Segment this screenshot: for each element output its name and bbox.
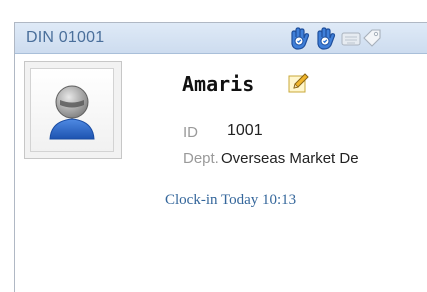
pencil-icon[interactable]: [287, 71, 311, 100]
page: { "header": { "din": "DIN 01001", "icons…: [0, 0, 427, 292]
clock-in-text: Clock-in Today 10:13: [165, 192, 297, 208]
employee-name: Amaris: [182, 72, 255, 96]
id-value: 1001: [227, 122, 263, 139]
photo-frame[interactable]: [24, 61, 122, 159]
tag-icon[interactable]: [361, 27, 383, 54]
keyboard-icon[interactable]: [341, 30, 361, 53]
hand-blue-icon[interactable]: [287, 25, 313, 56]
card-header: DIN 01001: [15, 23, 427, 54]
employee-card[interactable]: DIN 01001 Amaris ID 1001 Dept. Overseas …: [14, 22, 427, 292]
dept-label: Dept.: [183, 150, 219, 167]
dept-value: Overseas Market De: [221, 150, 359, 167]
hand-blue-icon[interactable]: [313, 25, 339, 56]
user-avatar-icon: [30, 68, 114, 152]
id-label: ID: [183, 124, 198, 141]
din-label: DIN 01001: [26, 29, 105, 46]
